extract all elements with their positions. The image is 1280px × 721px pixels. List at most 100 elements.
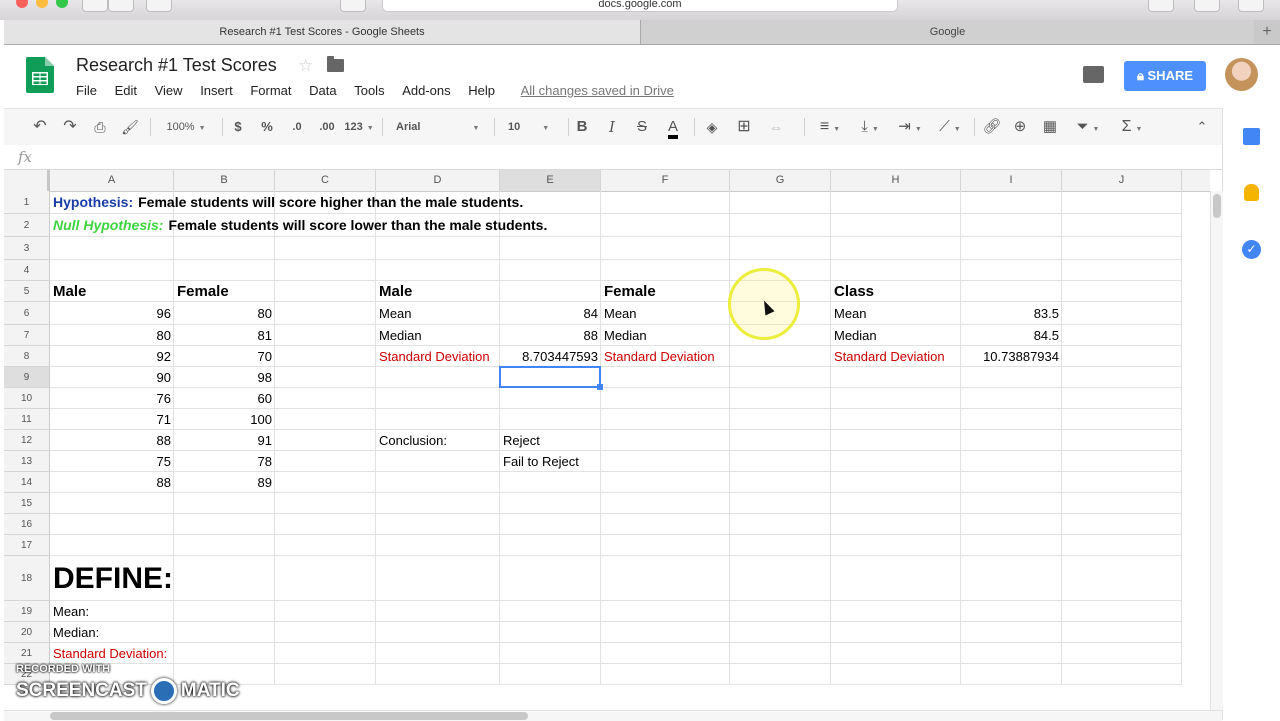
row-header[interactable]: 6	[4, 302, 50, 325]
column-header[interactable]: C	[275, 170, 376, 191]
male-score-cell[interactable]: 90	[50, 367, 174, 388]
vertical-scroll-thumb[interactable]	[1213, 194, 1221, 218]
decrease-decimal-button[interactable]: .0	[286, 109, 308, 145]
zoom-window-icon[interactable]	[56, 0, 68, 8]
header-male[interactable]: Male	[50, 281, 174, 302]
stats-header-male[interactable]: Male	[376, 281, 500, 302]
male-score-cell[interactable]: 92	[50, 346, 174, 367]
shield-icon[interactable]	[340, 0, 366, 12]
row-header[interactable]: 4	[4, 260, 50, 281]
collapse-toolbar-icon[interactable]: ⌃	[1192, 109, 1212, 145]
undo-icon[interactable]: ↶	[30, 109, 50, 145]
menu-view[interactable]: View	[155, 83, 183, 98]
male-median-label[interactable]: Median	[376, 325, 500, 346]
row-header[interactable]: 9	[4, 367, 50, 388]
document-title[interactable]: Research #1 Test Scores	[76, 55, 277, 76]
define-mean[interactable]: Mean:	[50, 601, 275, 622]
hypothesis-cell[interactable]: Hypothesis: Female students will score hi…	[50, 191, 831, 214]
menu-format[interactable]: Format	[250, 83, 291, 98]
more-formats-button[interactable]: 123 ▼	[344, 109, 374, 145]
new-tab-button[interactable]: +	[1254, 20, 1280, 44]
column-header[interactable]: G	[730, 170, 831, 191]
column-header[interactable]: A	[50, 170, 174, 191]
currency-format-button[interactable]: $	[230, 109, 246, 145]
vertical-align-icon[interactable]: ⤓ ▼	[854, 109, 886, 145]
female-score-cell[interactable]: 70	[174, 346, 275, 367]
borders-icon[interactable]: ⊞	[734, 109, 754, 145]
row-header[interactable]: 10	[4, 388, 50, 409]
row-header[interactable]: 7	[4, 325, 50, 346]
male-mean-value[interactable]: 84	[500, 302, 601, 325]
forward-button[interactable]	[108, 0, 134, 12]
row-header[interactable]: 8	[4, 346, 50, 367]
comments-icon[interactable]	[1083, 66, 1104, 83]
female-score-cell[interactable]: 78	[174, 451, 275, 472]
column-header[interactable]: E	[500, 170, 601, 191]
class-stdev-value[interactable]: 10.73887934	[961, 346, 1062, 367]
female-median-label[interactable]: Median	[601, 325, 730, 346]
avatar[interactable]	[1225, 58, 1258, 91]
null-hypothesis-cell[interactable]: Null Hypothesis: Female students will sco…	[50, 214, 831, 237]
italic-button[interactable]: I	[604, 109, 620, 145]
formula-bar[interactable]: fx	[4, 145, 1222, 170]
row-header[interactable]: 3	[4, 237, 50, 260]
row-header[interactable]: 21	[4, 643, 50, 664]
row-header[interactable]: 1	[4, 191, 50, 214]
header-female[interactable]: Female	[174, 281, 275, 302]
row-header[interactable]: 2	[4, 214, 50, 237]
column-header[interactable]: I	[961, 170, 1062, 191]
row-header[interactable]: 12	[4, 430, 50, 451]
redo-icon[interactable]: ↷	[60, 109, 80, 145]
menu-data[interactable]: Data	[309, 83, 336, 98]
menu-edit[interactable]: Edit	[115, 83, 137, 98]
menu-insert[interactable]: Insert	[200, 83, 233, 98]
zoom-select[interactable]: 100% ▼	[160, 109, 212, 145]
row-header[interactable]: 11	[4, 409, 50, 430]
conclusion-label[interactable]: Conclusion:	[376, 430, 500, 451]
font-select[interactable]: Arial ▼	[396, 109, 482, 145]
back-button[interactable]	[82, 0, 108, 12]
column-header[interactable]: H	[831, 170, 961, 191]
browser-tab-sheets[interactable]: Research #1 Test Scores - Google Sheets	[4, 20, 641, 44]
percent-format-button[interactable]: %	[258, 109, 276, 145]
class-mean-value[interactable]: 83.5	[961, 302, 1062, 325]
male-median-value[interactable]: 88	[500, 325, 601, 346]
menu-file[interactable]: File	[76, 83, 97, 98]
text-rotation-icon[interactable]: ⟋ ▼	[934, 109, 966, 145]
folder-icon[interactable]	[327, 56, 344, 72]
menu-help[interactable]: Help	[468, 83, 495, 98]
share-button[interactable]: 🔒︎ SHARE	[1124, 61, 1206, 91]
fill-handle[interactable]	[597, 384, 603, 390]
address-bar[interactable]: docs.google.com	[382, 0, 898, 12]
menu-addons[interactable]: Add-ons	[402, 83, 450, 98]
sheets-logo-icon[interactable]	[26, 57, 54, 93]
male-score-cell[interactable]: 76	[50, 388, 174, 409]
insert-chart-icon[interactable]: ▦	[1040, 109, 1060, 145]
female-score-cell[interactable]: 80	[174, 302, 275, 325]
star-icon[interactable]: ☆	[298, 56, 313, 76]
font-size-select[interactable]: 10 ▼	[508, 109, 558, 145]
horizontal-scroll-thumb[interactable]	[50, 712, 528, 720]
male-score-cell[interactable]: 88	[50, 472, 174, 493]
text-color-button[interactable]: A	[663, 109, 683, 145]
tabs-overview-button[interactable]	[1238, 0, 1264, 12]
female-stdev-label[interactable]: Standard Deviation	[601, 346, 730, 367]
minimize-window-icon[interactable]	[36, 0, 48, 8]
filter-icon[interactable]: ⏷ ▼	[1070, 109, 1106, 145]
column-header[interactable]: J	[1062, 170, 1182, 191]
row-header[interactable]: 13	[4, 451, 50, 472]
class-mean-label[interactable]: Mean	[831, 302, 961, 325]
paint-format-icon[interactable]: 🖌︎	[120, 109, 140, 145]
define-heading[interactable]: DEFINE:	[50, 556, 275, 601]
female-score-cell[interactable]: 100	[174, 409, 275, 430]
print-icon[interactable]: ⎙	[90, 109, 110, 145]
class-stdev-label[interactable]: Standard Deviation	[831, 346, 961, 367]
horizontal-align-icon[interactable]: ≡ ▼	[814, 109, 846, 145]
row-header[interactable]: 15	[4, 493, 50, 514]
class-median-label[interactable]: Median	[831, 325, 961, 346]
menu-tools[interactable]: Tools	[354, 83, 384, 98]
horizontal-scrollbar[interactable]	[4, 710, 1222, 721]
row-header[interactable]: 18	[4, 556, 50, 601]
define-stdev[interactable]: Standard Deviation:	[50, 643, 275, 664]
male-score-cell[interactable]: 96	[50, 302, 174, 325]
